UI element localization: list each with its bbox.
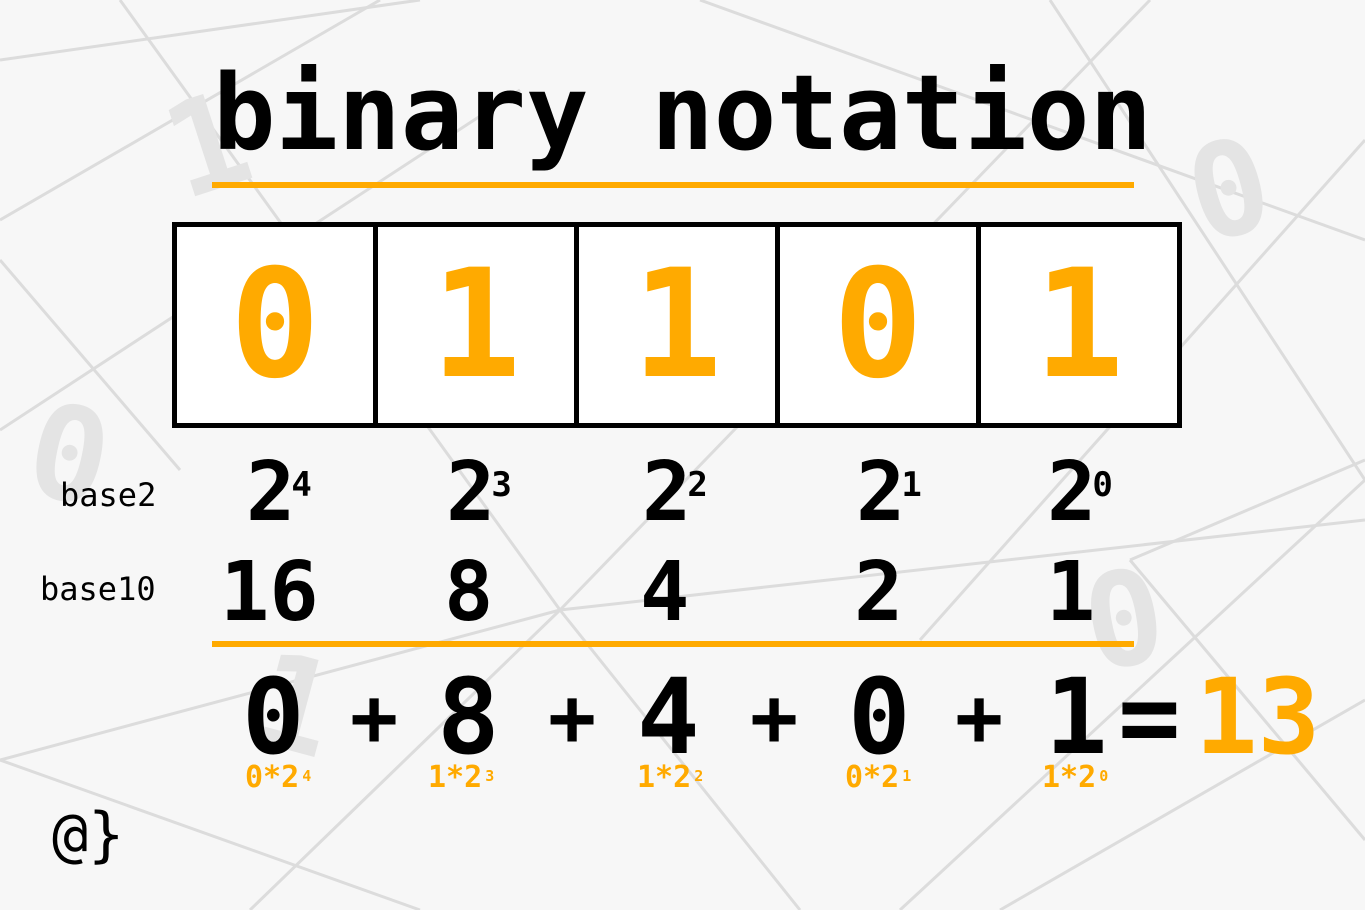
bit-boxes: 0 1 1 0 1	[172, 222, 1182, 428]
sum-term: 8	[437, 656, 500, 778]
base10-label: base10	[40, 570, 156, 608]
power-of-two: 20	[1047, 448, 1113, 538]
term-derivation: 1*2 3	[428, 758, 494, 798]
derivation-text: 1*2	[637, 760, 692, 795]
decimal-value: 8	[444, 545, 494, 640]
sum-term: 0	[848, 656, 911, 778]
decimal-value: 2	[854, 545, 904, 640]
power-base: 2	[246, 445, 296, 540]
term-derivation: 0*2 1	[845, 758, 911, 798]
power-exponent: 2	[687, 465, 708, 505]
power-base: 2	[856, 445, 906, 540]
power-of-two: 24	[246, 448, 312, 538]
power-exponent: 3	[491, 465, 512, 505]
plus-sign: +	[548, 671, 597, 764]
sum-term: 1	[1045, 656, 1108, 778]
derivation-text: 1*2	[1042, 760, 1097, 795]
power-exponent: 0	[1092, 465, 1113, 505]
bit-box: 1	[976, 222, 1182, 428]
decimal-value: 1	[1046, 545, 1096, 640]
power-base: 2	[642, 445, 692, 540]
power-of-two: 21	[856, 448, 922, 538]
derivation-exponent: 1	[902, 767, 912, 785]
power-of-two: 22	[642, 448, 708, 538]
derivation-exponent: 4	[302, 767, 312, 785]
sum-result: 13	[1195, 656, 1321, 778]
term-derivation: 0*2 4	[245, 758, 311, 798]
decimal-value: 4	[640, 545, 690, 640]
term-derivation: 1*2 0	[1042, 758, 1108, 798]
plus-sign: +	[750, 671, 799, 764]
derivation-text: 1*2	[428, 760, 483, 795]
plus-sign: +	[955, 671, 1004, 764]
decimal-value: 16	[220, 545, 319, 640]
derivation-exponent: 0	[1099, 767, 1109, 785]
derivation-text: 0*2	[845, 760, 900, 795]
page-title: binary notation	[212, 52, 1153, 174]
derivation-exponent: 3	[485, 767, 495, 785]
bit-box: 1	[373, 222, 579, 428]
base2-label: base2	[60, 476, 157, 514]
logo: @}	[52, 800, 125, 870]
equals-sign: =	[1118, 656, 1181, 778]
derivation-exponent: 2	[694, 767, 704, 785]
power-exponent: 4	[291, 465, 312, 505]
bit-box: 1	[574, 222, 780, 428]
sum-term: 0	[242, 656, 305, 778]
power-base: 2	[446, 445, 496, 540]
bit-box: 0	[775, 222, 981, 428]
bit-box: 0	[172, 222, 378, 428]
title-underline	[212, 182, 1134, 188]
power-base: 2	[1047, 445, 1097, 540]
derivation-text: 0*2	[245, 760, 300, 795]
sum-term: 4	[637, 656, 700, 778]
plus-sign: +	[350, 671, 399, 764]
term-derivation: 1*2 2	[637, 758, 703, 798]
sum-divider	[212, 641, 1134, 647]
power-exponent: 1	[901, 465, 922, 505]
power-of-two: 23	[446, 448, 512, 538]
